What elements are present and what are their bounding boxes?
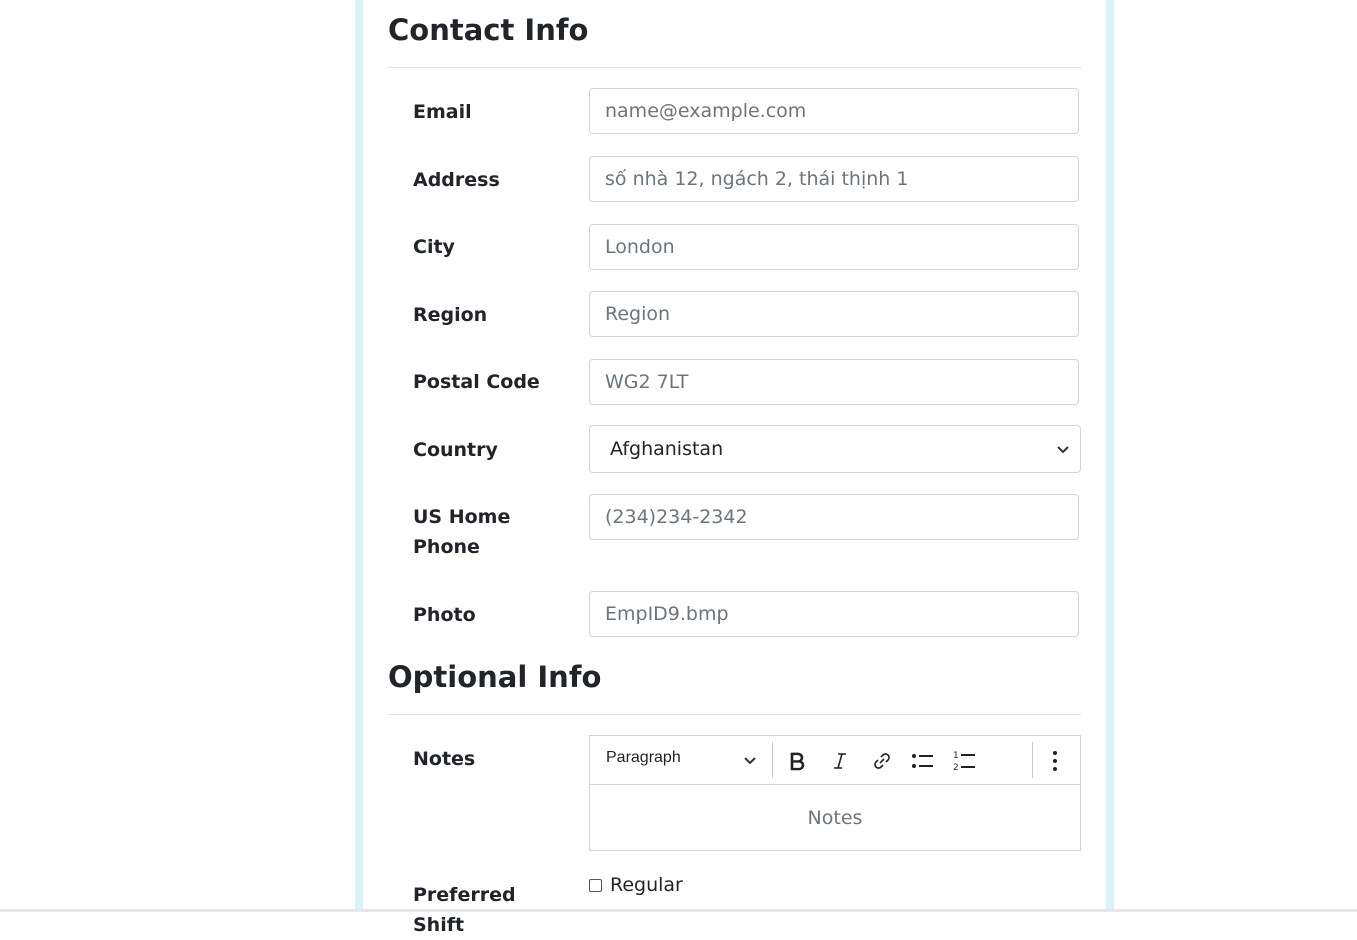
- bulleted-list-button[interactable]: [910, 748, 936, 774]
- postal-code-label: Postal Code: [413, 371, 540, 393]
- numbered-list-icon: 12: [953, 751, 975, 772]
- bulleted-list-icon: [912, 754, 933, 768]
- editor-toolbar: Paragraph 12: [590, 736, 1080, 785]
- notes-placeholder: Notes: [807, 807, 863, 829]
- italic-icon: [834, 753, 846, 769]
- toolbar-separator: [772, 742, 773, 778]
- phone-field[interactable]: [589, 494, 1079, 540]
- svg-text:2: 2: [953, 763, 959, 772]
- country-label: Country: [413, 439, 498, 461]
- paragraph-style-dropdown[interactable]: Paragraph: [606, 749, 681, 767]
- city-field[interactable]: [589, 224, 1079, 270]
- link-button[interactable]: [869, 748, 895, 774]
- section-divider: [388, 714, 1081, 715]
- notes-editor-body[interactable]: Notes: [590, 785, 1080, 851]
- region-label: Region: [413, 304, 488, 326]
- more-vertical-icon: [1053, 751, 1057, 771]
- section-divider: [388, 67, 1081, 68]
- region-field[interactable]: [589, 291, 1079, 337]
- italic-button[interactable]: [827, 748, 853, 774]
- toolbar-separator: [1032, 742, 1033, 778]
- regular-option-label: Regular: [610, 874, 683, 896]
- notes-label: Notes: [413, 748, 476, 770]
- chevron-down-icon[interactable]: [743, 753, 757, 767]
- bold-icon: [790, 752, 805, 771]
- country-select-value: Afghanistan: [610, 438, 724, 460]
- us-home-phone-label: US Home Phone: [413, 506, 511, 558]
- photo-label: Photo: [413, 604, 476, 626]
- optional-info-heading: Optional Info: [388, 660, 602, 694]
- city-label: City: [413, 236, 455, 258]
- contact-info-heading: Contact Info: [388, 13, 589, 47]
- country-select[interactable]: Afghanistan: [589, 425, 1081, 473]
- chevron-down-icon: [1057, 446, 1069, 454]
- email-label: Email: [413, 101, 472, 123]
- svg-text:1: 1: [953, 751, 959, 761]
- postal-code-field[interactable]: [589, 359, 1079, 405]
- regular-checkbox[interactable]: [589, 878, 602, 892]
- numbered-list-button[interactable]: 12: [952, 748, 978, 774]
- shift-option-regular[interactable]: Regular: [589, 874, 683, 896]
- photo-field[interactable]: [589, 591, 1079, 637]
- bold-button[interactable]: [784, 748, 810, 774]
- notes-editor: Paragraph 12 Notes: [589, 735, 1081, 851]
- link-icon: [874, 753, 890, 769]
- email-field[interactable]: [589, 88, 1079, 134]
- address-field[interactable]: [589, 156, 1079, 202]
- more-options-button[interactable]: [1042, 748, 1068, 774]
- address-label: Address: [413, 169, 500, 191]
